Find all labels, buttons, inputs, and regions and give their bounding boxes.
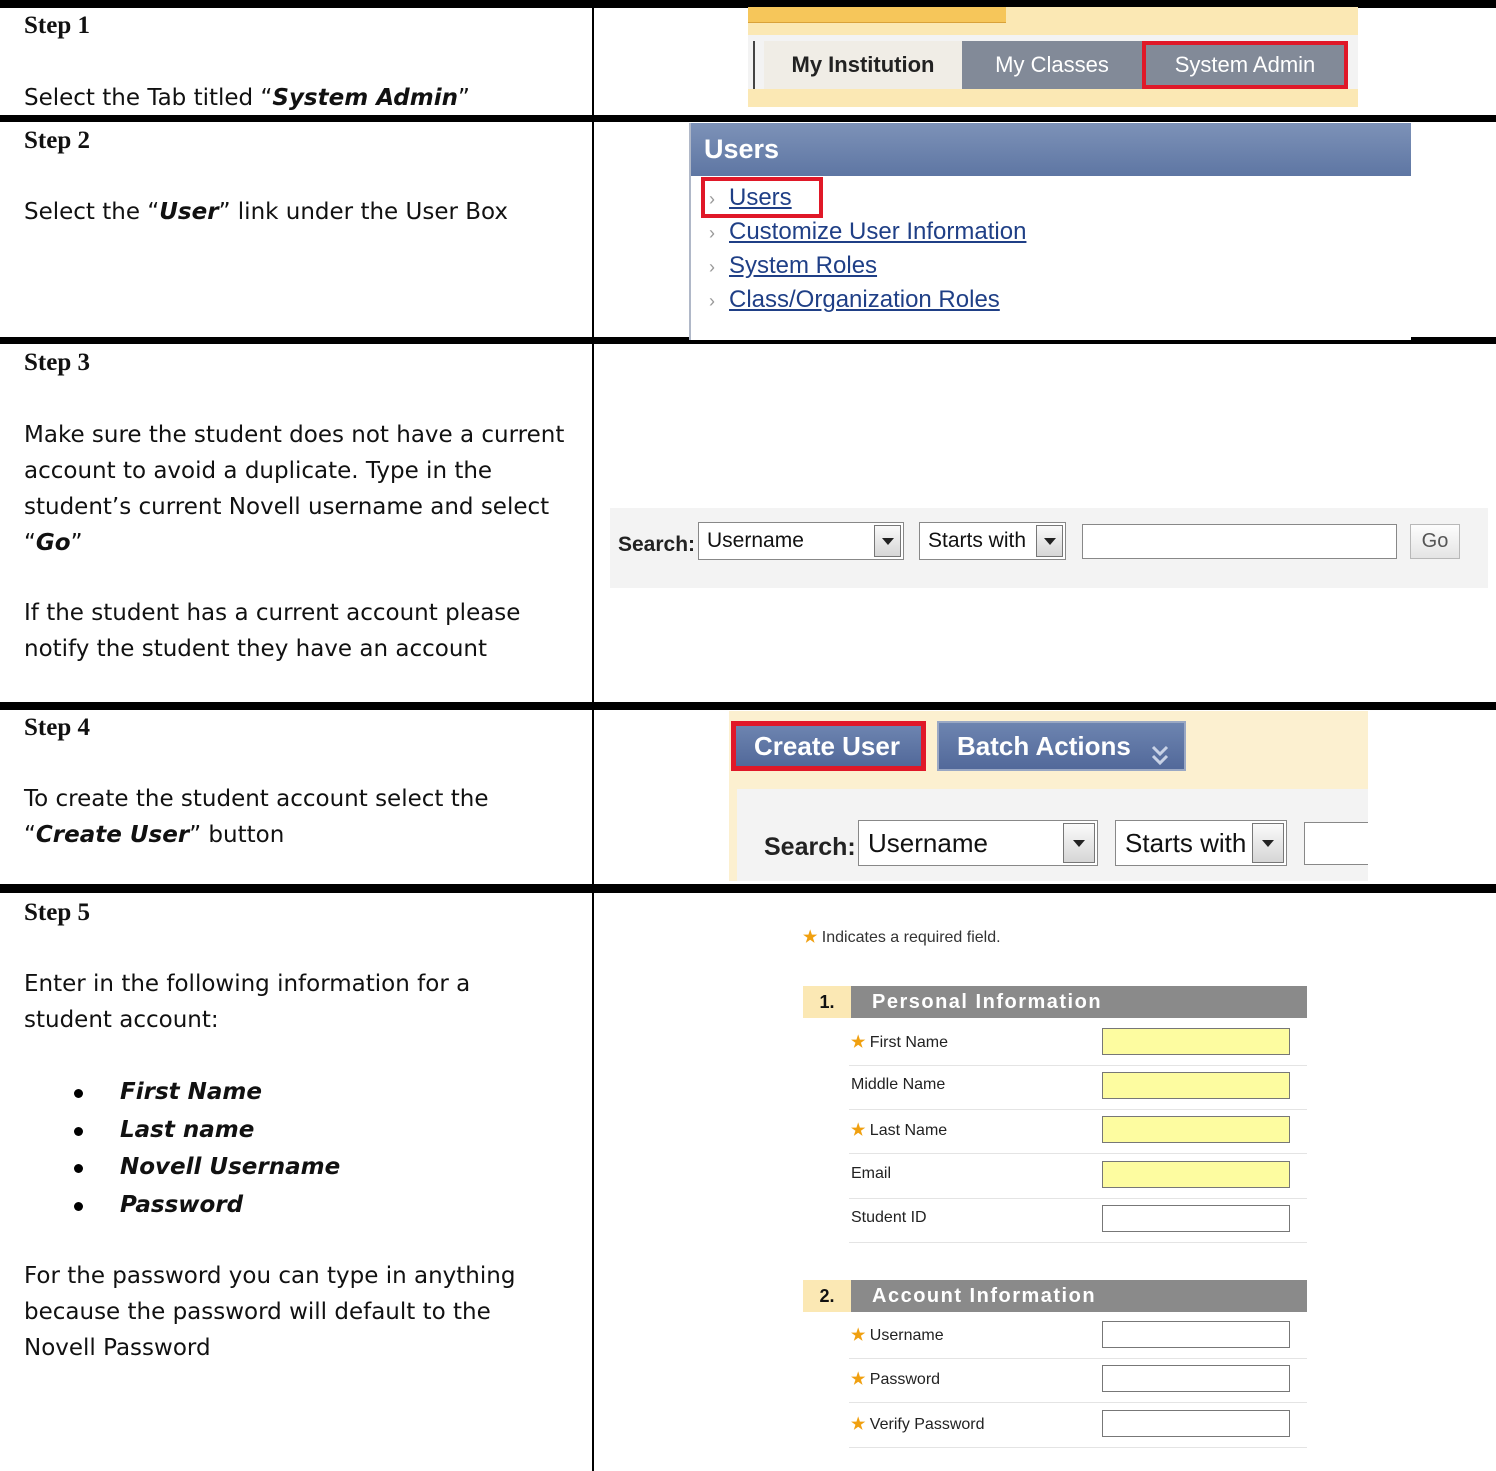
form-row-password: ★ Password (849, 1359, 1307, 1403)
section-title: Account Information (851, 1280, 1307, 1312)
required-star-icon: ★ (851, 1122, 866, 1139)
tab-edge (748, 41, 755, 89)
required-star-icon: ★ (851, 1327, 866, 1344)
search-operator-select[interactable]: Starts with (1115, 820, 1287, 866)
step-title: Step 2 (24, 127, 90, 154)
search-operator-select[interactable]: Starts with (919, 522, 1066, 560)
dropdown-arrow-icon (874, 525, 901, 557)
batch-actions-button[interactable]: Batch Actions (937, 721, 1186, 771)
search-label: Search: (764, 833, 856, 861)
step-instruction: Enter in the following information for a… (24, 971, 471, 1033)
search-bar-screenshot: Search: Username Starts with Go (610, 508, 1488, 588)
dropdown-arrow-icon (1036, 525, 1063, 557)
table-rule (0, 115, 1496, 122)
required-note: ★ Indicates a required field. (803, 929, 1001, 946)
table-rule (0, 702, 1496, 710)
users-module-screenshot: Users › Users › Customize User Information… (689, 123, 1411, 340)
list-item: First Name (70, 1074, 340, 1112)
form-row-middle-name: Middle Name (849, 1066, 1307, 1110)
section-number: 2. (803, 1280, 851, 1312)
required-star-icon: ★ (851, 1034, 866, 1051)
list-item: Last name (70, 1112, 340, 1150)
link-class-organization-roles[interactable]: › Class/Organization Roles (709, 283, 1026, 317)
highlight-box (701, 177, 823, 218)
form-row-last-name: ★ Last Name (849, 1110, 1307, 1154)
last-name-input[interactable] (1102, 1116, 1290, 1143)
field-list: First Name Last name Novell Username Pas… (70, 1074, 340, 1224)
step-instruction: Select the “User” link under the User Bo… (24, 199, 508, 225)
header-strip (748, 89, 1358, 107)
step-title: Step 1 (24, 12, 90, 39)
create-user-button[interactable]: Create User (731, 721, 926, 771)
form-row-verify-password: ★ Verify Password (849, 1404, 1307, 1448)
required-star-icon: ★ (851, 1371, 866, 1388)
form-row-first-name: ★ First Name (849, 1022, 1307, 1066)
chevron-right-icon: › (709, 223, 715, 243)
required-star-icon: ★ (851, 1416, 866, 1433)
table-rule (0, 884, 1496, 893)
header-badge (748, 7, 1006, 23)
go-button[interactable]: Go (1410, 524, 1460, 559)
link-customize-user-information[interactable]: › Customize User Information (709, 215, 1026, 249)
list-item: Novell Username (70, 1149, 340, 1187)
form-row-student-id: Student ID (849, 1199, 1307, 1243)
username-input[interactable] (1102, 1321, 1290, 1348)
module-header: Users (691, 123, 1411, 176)
required-star-icon: ★ (803, 929, 818, 946)
tab-system-admin[interactable]: System Admin (1142, 41, 1348, 89)
search-input[interactable] (1082, 524, 1397, 559)
step-title: Step 5 (24, 899, 90, 926)
student-id-input[interactable] (1102, 1205, 1290, 1232)
tab-bar-screenshot: My Institution My Classes System Admin (748, 7, 1358, 107)
step-title: Step 4 (24, 714, 90, 741)
search-label: Search: (618, 533, 696, 556)
step-note: For the password you can type in anythin… (24, 1263, 516, 1361)
table-divider (592, 0, 594, 1471)
chevron-right-icon: › (709, 291, 715, 311)
search-bar: Search: Username Starts with (737, 789, 1368, 881)
tab-my-classes[interactable]: My Classes (962, 41, 1142, 89)
step-note: If the student has a current account ple… (24, 600, 521, 662)
form-row-email: Email (849, 1155, 1307, 1199)
verify-password-input[interactable] (1102, 1410, 1290, 1437)
list-item: Password (70, 1187, 340, 1225)
section-title: Personal Information (851, 986, 1307, 1018)
password-input[interactable] (1102, 1365, 1290, 1392)
dropdown-arrow-icon (1063, 823, 1095, 863)
chevron-right-icon: › (709, 257, 715, 277)
form-row-username: ★ Username (849, 1315, 1307, 1359)
tab-my-institution[interactable]: My Institution (764, 41, 962, 89)
link-system-roles[interactable]: › System Roles (709, 249, 1026, 283)
search-input[interactable] (1304, 822, 1368, 865)
dropdown-arrow-icon (1252, 823, 1284, 863)
step-instruction: To create the student account select the… (24, 786, 489, 848)
search-field-select[interactable]: Username (858, 820, 1098, 866)
search-field-select[interactable]: Username (698, 522, 904, 560)
step-instruction: Select the Tab titled “System Admin” (24, 85, 470, 111)
section-number: 1. (803, 986, 851, 1018)
step-instruction: Make sure the student does not have a cu… (24, 422, 565, 556)
email-input[interactable] (1102, 1161, 1290, 1188)
first-name-input[interactable] (1102, 1028, 1290, 1055)
action-bar-screenshot: Create User Batch Actions Search: Userna… (729, 711, 1368, 881)
middle-name-input[interactable] (1102, 1072, 1290, 1099)
step-title: Step 3 (24, 349, 90, 376)
double-chevron-down-icon (1150, 735, 1170, 766)
